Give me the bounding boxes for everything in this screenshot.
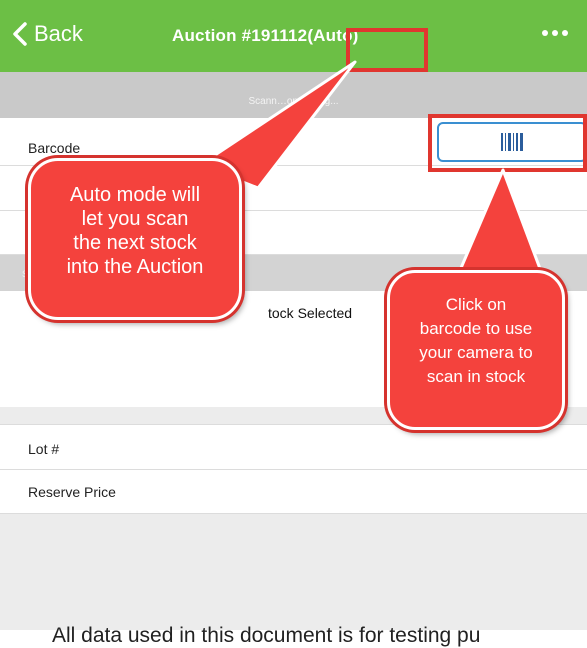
callout-line: scan in stock bbox=[426, 367, 526, 386]
callout-line: barcode to use bbox=[419, 319, 533, 338]
callout-line: the next stock bbox=[73, 232, 197, 254]
footer-note: All data used in this document is for te… bbox=[52, 624, 481, 647]
callout-line: into the Auction bbox=[66, 256, 204, 278]
callout-line: Auto mode will bbox=[69, 184, 201, 206]
barcode-callout: Click on barcode to use your camera to s… bbox=[387, 270, 565, 430]
callout-line: let you scan bbox=[81, 208, 189, 230]
auto-mode-callout: Auto mode will let you scan the next sto… bbox=[28, 158, 242, 320]
callout-line: Click on bbox=[445, 295, 507, 314]
callout-line: your camera to bbox=[419, 343, 533, 362]
